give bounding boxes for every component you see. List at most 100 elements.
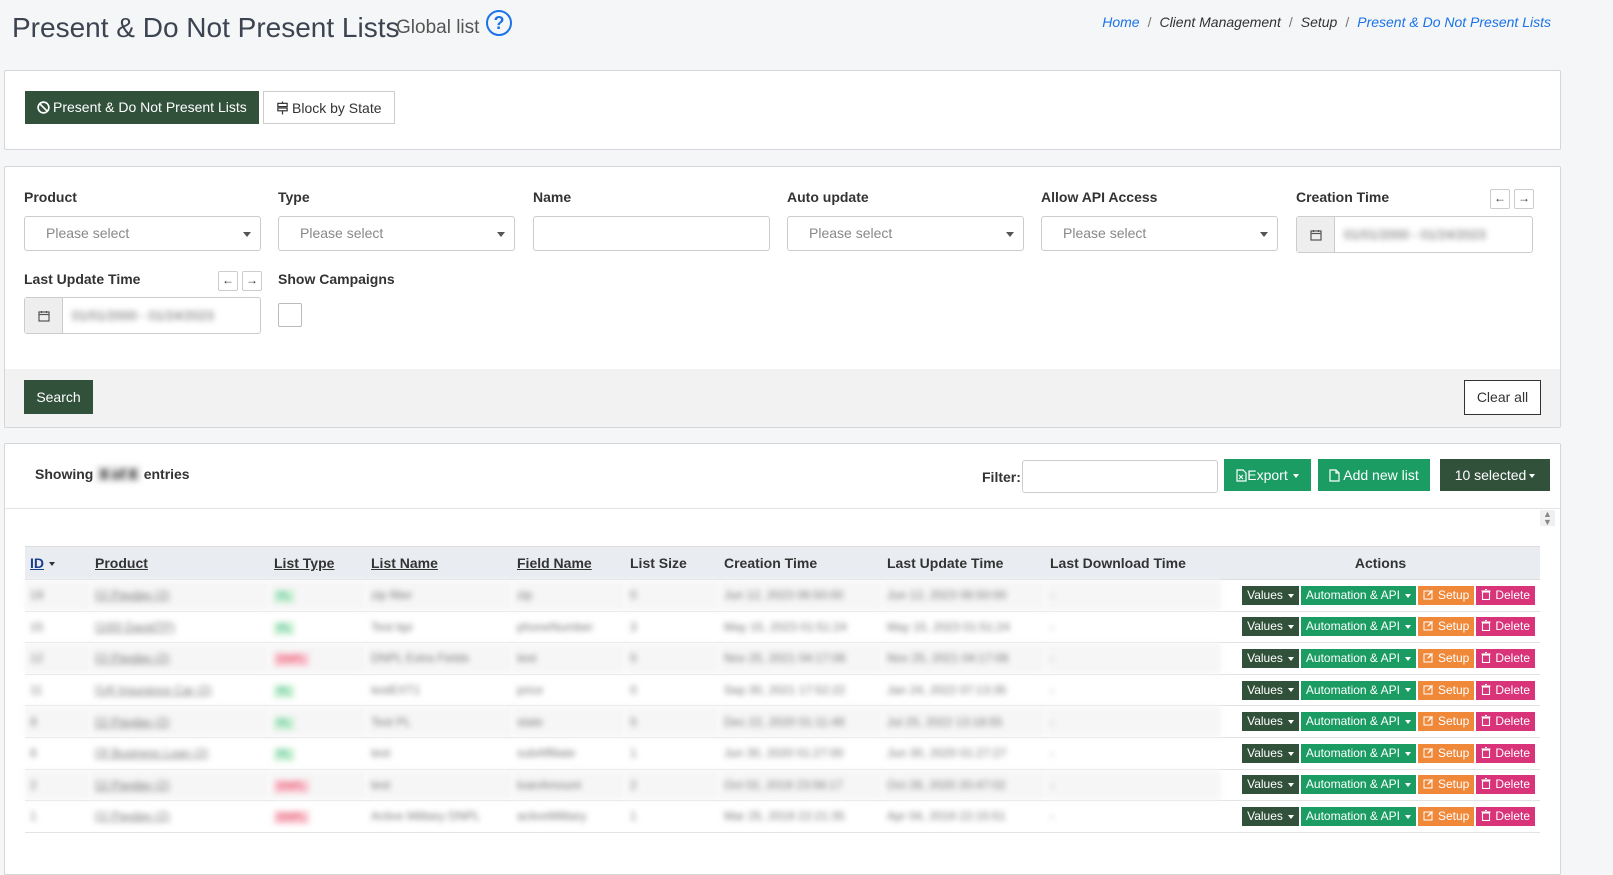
values-button[interactable]: Values: [1242, 806, 1299, 826]
setup-button[interactable]: Setup: [1417, 775, 1475, 795]
cell-product[interactable]: [100] DavidTP): [90, 611, 269, 644]
values-button[interactable]: Values: [1242, 617, 1299, 637]
add-new-list-button[interactable]: Add new list: [1318, 459, 1430, 491]
delete-button[interactable]: Delete: [1476, 743, 1535, 763]
delete-button[interactable]: Delete: [1476, 648, 1535, 668]
setup-button[interactable]: Setup: [1417, 712, 1475, 732]
export-button[interactable]: Export: [1224, 459, 1311, 491]
automation-api-button[interactable]: Automation & API: [1300, 680, 1416, 700]
cell-actions: Values Automation & API Setup Delete: [1221, 769, 1540, 802]
automation-api-button[interactable]: Automation & API: [1300, 775, 1416, 795]
automation-api-button[interactable]: Automation & API: [1300, 806, 1416, 826]
cell-list-size: 1: [625, 800, 719, 833]
table-row: 12 [1] Payday (2) DNPL DNPL Extra Fields tes…: [25, 642, 1540, 675]
name-input[interactable]: [533, 216, 770, 251]
list-type-badge: PL: [274, 716, 295, 730]
show-campaigns-checkbox[interactable]: [278, 303, 302, 327]
delete-button[interactable]: Delete: [1476, 680, 1535, 700]
list-type-badge: DNPL: [274, 811, 309, 825]
product-select[interactable]: Please select: [24, 216, 261, 251]
setup-button[interactable]: Setup: [1417, 585, 1475, 605]
type-select[interactable]: Please select: [278, 216, 515, 251]
last-update-range[interactable]: 01/01/2000 - 01/24/2023: [24, 297, 261, 334]
help-icon[interactable]: ?: [486, 10, 512, 36]
cell-product[interactable]: [1] Payday (2): [90, 642, 269, 675]
cell-list-type: DNPL: [269, 769, 366, 802]
filter-label: Filter:: [982, 469, 1021, 485]
table-row: 1 [1] Payday (2) DNPL Active Military DNPL a…: [25, 800, 1540, 833]
col-id[interactable]: ID: [25, 546, 90, 580]
cell-product[interactable]: [3] Business Loan (2): [90, 737, 269, 770]
auto-update-select[interactable]: Please select: [787, 216, 1024, 251]
cell-product[interactable]: [1] Payday (2): [90, 705, 269, 738]
values-button[interactable]: Values: [1242, 712, 1299, 732]
col-list-type[interactable]: List Type: [269, 546, 366, 580]
col-list-name[interactable]: List Name: [366, 546, 512, 580]
cell-list-name: Test bpi: [366, 611, 512, 644]
cell-list-size: 3: [625, 611, 719, 644]
cell-product[interactable]: [1] Payday (2): [90, 579, 269, 612]
values-button[interactable]: Values: [1242, 680, 1299, 700]
allow-api-select[interactable]: Please select: [1041, 216, 1278, 251]
tab-present-lists[interactable]: Present & Do Not Present Lists: [25, 91, 259, 124]
sort-down-icon: [49, 562, 55, 567]
filter-input[interactable]: [1022, 460, 1218, 493]
setup-button[interactable]: Setup: [1417, 680, 1475, 700]
creation-prev-arrow-icon[interactable]: ←: [1490, 189, 1510, 209]
values-button[interactable]: Values: [1242, 648, 1299, 668]
automation-api-button[interactable]: Automation & API: [1300, 617, 1416, 637]
list-type-badge: DNPL: [274, 653, 309, 667]
cell-field-name: price: [512, 674, 625, 707]
col-product[interactable]: Product: [90, 546, 269, 580]
sort-scroll-icon[interactable]: ▲ ▼: [1540, 510, 1555, 527]
automation-api-button[interactable]: Automation & API: [1300, 712, 1416, 732]
cell-product[interactable]: [14] Insurance Car (2): [90, 674, 269, 707]
showing-suffix: entries: [143, 466, 190, 482]
update-next-arrow-icon[interactable]: →: [242, 271, 262, 291]
delete-button[interactable]: Delete: [1476, 585, 1535, 605]
automation-api-button[interactable]: Automation & API: [1300, 648, 1416, 668]
creation-next-arrow-icon[interactable]: →: [1514, 189, 1534, 209]
caret-down-icon: [1404, 720, 1411, 724]
list-type-badge: PL: [274, 685, 295, 699]
update-prev-arrow-icon[interactable]: ←: [218, 271, 238, 291]
values-button[interactable]: Values: [1242, 585, 1299, 605]
divider: [5, 508, 1560, 509]
tab-block-by-state[interactable]: Block by State: [263, 91, 395, 124]
breadcrumb-client-management[interactable]: Client Management: [1159, 14, 1280, 30]
cell-product[interactable]: [1] Payday (2): [90, 769, 269, 802]
values-button[interactable]: Values: [1242, 743, 1299, 763]
setup-button[interactable]: Setup: [1417, 617, 1475, 637]
delete-button[interactable]: Delete: [1476, 775, 1535, 795]
search-button[interactable]: Search: [24, 380, 93, 414]
cell-id: 6: [25, 737, 90, 770]
filter-action-bar: Search Clear all: [5, 369, 1560, 427]
breadcrumb: Home / Client Management / Setup / Present & D…: [1102, 14, 1551, 30]
trash-icon: [1481, 588, 1491, 600]
cell-actions: Values Automation & API Setup Delete: [1221, 705, 1540, 738]
delete-button[interactable]: Delete: [1476, 806, 1535, 826]
cell-field-name: test: [512, 642, 625, 675]
breadcrumb-setup[interactable]: Setup: [1301, 14, 1338, 30]
cell-creation-time: Dec 22, 2020 01:11:49: [719, 705, 882, 738]
breadcrumb-home[interactable]: Home: [1102, 14, 1139, 30]
creation-time-range[interactable]: 01/01/2000 - 01/24/2023: [1296, 216, 1533, 253]
setup-button[interactable]: Setup: [1417, 743, 1475, 763]
caret-down-icon: [1404, 593, 1411, 598]
cell-product[interactable]: [1] Payday (2): [90, 800, 269, 833]
delete-button[interactable]: Delete: [1476, 712, 1535, 732]
automation-api-button[interactable]: Automation & API: [1300, 743, 1416, 763]
cell-creation-time: Sep 30, 2021 17:52:22: [719, 674, 882, 707]
automation-api-button[interactable]: Automation & API: [1300, 585, 1416, 605]
caret-down-icon: [1287, 593, 1294, 598]
trash-icon: [1481, 746, 1491, 758]
cell-last-update-time: Jul 25, 2022 13:18:55: [882, 705, 1045, 738]
delete-button[interactable]: Delete: [1476, 617, 1535, 637]
columns-selected-button[interactable]: 10 selected: [1440, 459, 1550, 491]
values-button[interactable]: Values: [1242, 775, 1299, 795]
cell-list-size: 0: [625, 705, 719, 738]
setup-button[interactable]: Setup: [1417, 806, 1475, 826]
setup-button[interactable]: Setup: [1417, 648, 1475, 668]
col-field-name[interactable]: Field Name: [512, 546, 625, 580]
clear-all-button[interactable]: Clear all: [1464, 380, 1541, 415]
